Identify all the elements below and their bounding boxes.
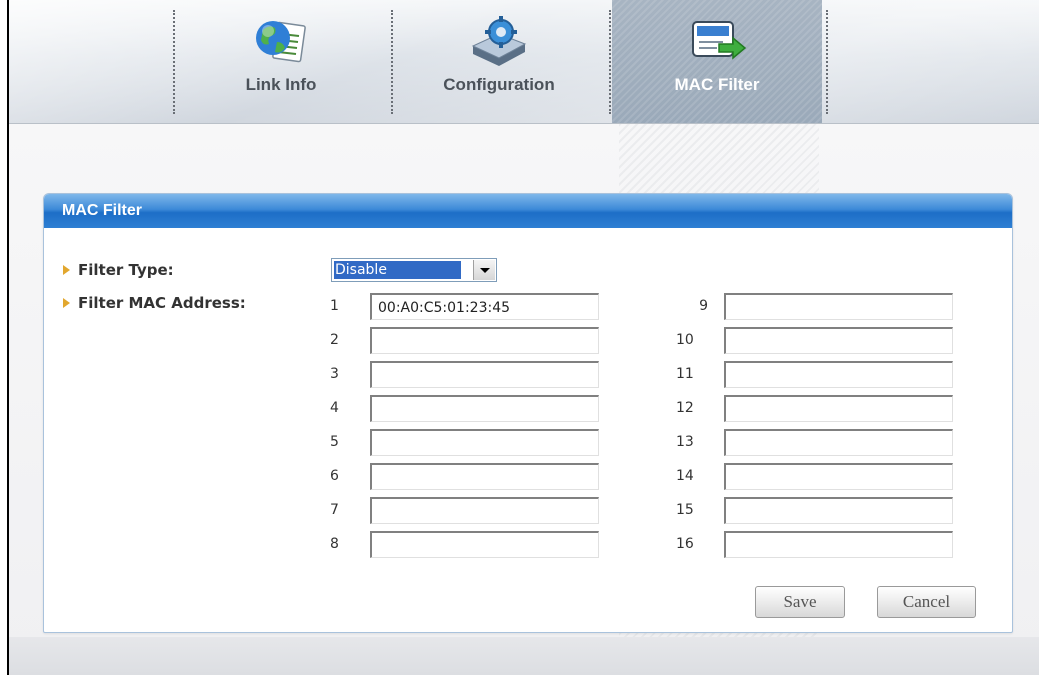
gear-device-icon [471,16,527,66]
entry-index: 2 [330,332,339,348]
mac-address-input-15[interactable] [724,497,953,524]
mac-address-input-4[interactable] [370,395,599,422]
mac-address-input-6[interactable] [370,463,599,490]
cancel-button[interactable]: Cancel [877,586,976,618]
mac-address-input-16[interactable] [724,531,953,558]
filter-type-value: Disable [334,261,461,279]
save-button[interactable]: Save [755,586,845,618]
mac-filter-panel: MAC Filter Filter Type: Disable Filter M… [43,193,1013,633]
panel-header: MAC Filter [44,194,1012,228]
tab-label: Configuration [443,75,555,94]
mac-address-input-8[interactable] [370,531,599,558]
entry-index: 9 [699,298,708,314]
entry-index: 8 [330,536,339,552]
entry-index: 12 [676,400,694,416]
panel-title: MAC Filter [62,202,142,219]
entry-index: 1 [330,298,339,314]
mac-address-input-7[interactable] [370,497,599,524]
entry-index: 14 [676,468,694,484]
filter-type-select[interactable]: Disable [331,258,497,282]
mac-address-input-5[interactable] [370,429,599,456]
filter-type-label: Filter Type: [78,261,174,279]
entry-index: 6 [330,468,339,484]
top-navigation-bar: Link Info Configuration MAC Filter [9,0,1039,124]
chevron-down-icon[interactable] [473,260,495,280]
entry-index: 11 [676,366,694,382]
entry-index: 16 [676,536,694,552]
background-band [9,637,1039,675]
mac-address-input-11[interactable] [724,361,953,388]
globe-document-icon [256,21,306,63]
entry-index: 5 [330,434,339,450]
mac-address-input-10[interactable] [724,327,953,354]
tab-separator [173,10,175,114]
filter-mac-address-label: Filter MAC Address: [78,294,246,312]
mac-address-input-1[interactable] [370,293,599,320]
bullet-arrow-icon [63,265,70,275]
filter-card-arrow-icon [692,21,747,60]
entry-index: 10 [676,332,694,348]
entry-index: 15 [676,502,694,518]
tab-configuration[interactable]: Configuration [394,0,604,123]
entry-index: 13 [676,434,694,450]
tab-link-info[interactable]: Link Info [176,0,386,123]
mac-address-input-12[interactable] [724,395,953,422]
entry-index: 3 [330,366,339,382]
tab-separator [391,10,393,114]
tab-label: MAC Filter [674,75,760,94]
mac-address-input-2[interactable] [370,327,599,354]
tab-separator [609,10,611,114]
mac-address-input-9[interactable] [724,293,953,320]
bullet-arrow-icon [63,298,70,308]
entry-index: 4 [330,400,339,416]
content-area: MAC Filter Filter Type: Disable Filter M… [9,124,1039,675]
mac-address-input-13[interactable] [724,429,953,456]
mac-address-input-14[interactable] [724,463,953,490]
tab-label: Link Info [245,75,317,94]
tab-mac-filter[interactable]: MAC Filter [612,0,822,123]
mac-address-input-3[interactable] [370,361,599,388]
entry-index: 7 [330,502,339,518]
tab-separator [826,10,828,114]
